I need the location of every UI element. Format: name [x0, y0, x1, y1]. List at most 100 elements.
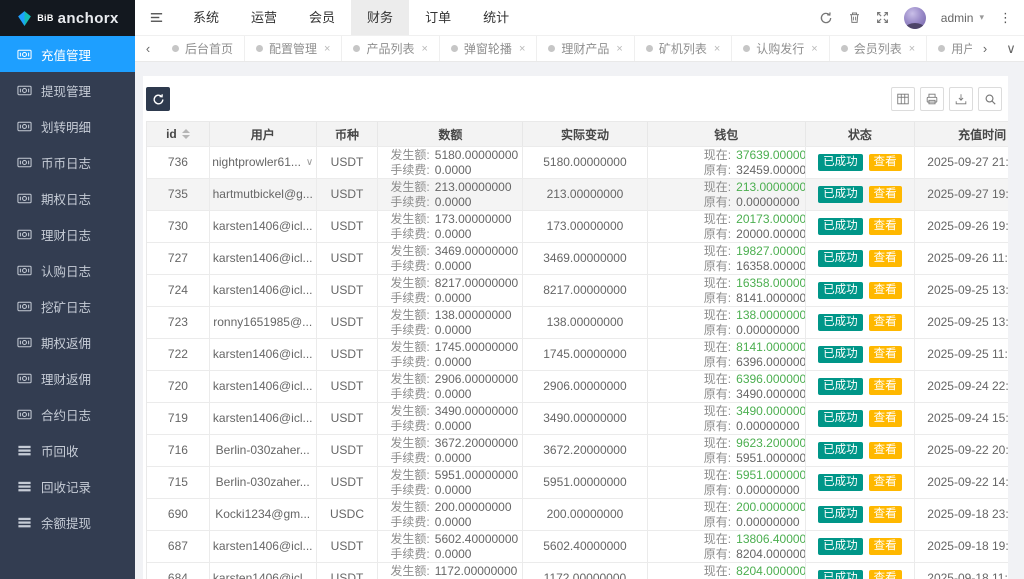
tab-close-icon[interactable]: ×: [519, 43, 525, 55]
search-button[interactable]: [978, 87, 1002, 111]
tab-4[interactable]: 弹窗轮播×: [440, 36, 537, 61]
sidebar-item-14[interactable]: 余额提现: [0, 504, 135, 540]
sidebar-item-11[interactable]: 合约日志: [0, 396, 135, 432]
tab-label: 后台首页: [185, 40, 233, 57]
view-button[interactable]: 查看: [869, 186, 902, 203]
cell-status: 已成功查看: [806, 339, 916, 370]
refresh-icon[interactable]: [819, 11, 833, 25]
cell-wallet: 现在:20173.00000000原有:20000.00000000: [648, 211, 806, 242]
menu-item-2[interactable]: 运营: [235, 0, 293, 35]
sidebar-item-13[interactable]: 回收记录: [0, 468, 135, 504]
column-header-4: 数额: [378, 122, 523, 146]
tabs-collapse-icon[interactable]: ∨: [998, 36, 1024, 61]
menu-item-4[interactable]: 财务: [351, 0, 409, 35]
pair-value: 5951.00000000: [736, 451, 805, 466]
cell-wallet: 现在:8204.00000000原有:: [648, 563, 806, 579]
tab-close-icon[interactable]: ×: [714, 43, 720, 55]
tab-2[interactable]: 配置管理×: [245, 36, 342, 61]
trash-icon[interactable]: [848, 11, 861, 24]
chevron-down-icon[interactable]: ∨: [306, 155, 313, 170]
fullscreen-icon[interactable]: [876, 11, 889, 24]
view-button[interactable]: 查看: [869, 314, 902, 331]
view-button[interactable]: 查看: [869, 378, 902, 395]
sidebar-item-5[interactable]: 期权日志: [0, 180, 135, 216]
tabs-prev-icon[interactable]: ‹: [135, 36, 161, 61]
view-button[interactable]: 查看: [869, 154, 902, 171]
tab-6[interactable]: 矿机列表×: [635, 36, 732, 61]
sidebar-item-8[interactable]: 挖矿日志: [0, 288, 135, 324]
cell-status: 已成功查看: [806, 531, 916, 562]
tab-9[interactable]: 用户认证×: [927, 36, 972, 61]
view-button[interactable]: 查看: [869, 474, 902, 491]
pair-label: 发生额:: [390, 372, 429, 387]
sidebar-item-10[interactable]: 理财返佣: [0, 360, 135, 396]
tab-7[interactable]: 认购发行×: [732, 36, 829, 61]
menu-item-5[interactable]: 订单: [409, 0, 467, 35]
cell-amount: 发生额:3672.20000000手续费:0.0000: [378, 435, 523, 466]
cell-change: 2906.00000000: [523, 371, 648, 402]
tab-close-icon[interactable]: ×: [616, 43, 622, 55]
tab-dot-icon: [256, 45, 263, 52]
label-value-pair: 发生额:213.00000000: [390, 180, 511, 195]
menu-item-1[interactable]: 系统: [177, 0, 235, 35]
status-badge: 已成功: [818, 154, 863, 171]
label-value-pair: 现在:9623.20000000: [704, 436, 806, 451]
tabs-next-icon[interactable]: ›: [972, 36, 998, 61]
view-button[interactable]: 查看: [869, 506, 902, 523]
cell-id: 684: [147, 563, 210, 579]
sidebar-item-7[interactable]: 认购日志: [0, 252, 135, 288]
sidebar-item-9[interactable]: 期权返佣: [0, 324, 135, 360]
view-button[interactable]: 查看: [869, 538, 902, 555]
menu-item-6[interactable]: 统计: [467, 0, 525, 35]
pair-value: 0.0000: [435, 419, 472, 434]
print-button[interactable]: [920, 87, 944, 111]
view-button[interactable]: 查看: [869, 442, 902, 459]
tab-close-icon[interactable]: ×: [324, 43, 330, 55]
view-button[interactable]: 查看: [869, 570, 902, 579]
view-button[interactable]: 查看: [869, 346, 902, 363]
sidebar-item-2[interactable]: 提现管理: [0, 72, 135, 108]
admin-username[interactable]: admin: [941, 11, 974, 25]
pair-value: 0.0000: [435, 387, 472, 402]
status-badge: 已成功: [818, 410, 863, 427]
chevron-down-icon[interactable]: ▾: [979, 12, 984, 23]
sort-icon[interactable]: [182, 129, 190, 139]
tab-5[interactable]: 理财产品×: [537, 36, 634, 61]
tab-close-icon[interactable]: ×: [909, 43, 915, 55]
column-header-6: 钱包: [648, 122, 806, 146]
tab-1[interactable]: 后台首页: [161, 36, 245, 61]
sidebar-item-3[interactable]: 划转明细: [0, 108, 135, 144]
view-button[interactable]: 查看: [869, 250, 902, 267]
user-avatar[interactable]: [904, 7, 926, 29]
tab-3[interactable]: 产品列表×: [342, 36, 439, 61]
label-value-pair: 现在:138.00000000: [704, 308, 806, 323]
sidebar-item-1[interactable]: 充值管理: [0, 36, 135, 72]
tab-close-icon[interactable]: ×: [421, 43, 427, 55]
cell-change: 200.00000000: [523, 499, 648, 530]
user-name: karsten1406@icl...: [213, 283, 313, 298]
view-button[interactable]: 查看: [869, 410, 902, 427]
cell-id: 687: [147, 531, 210, 562]
sidebar-item-6[interactable]: 理财日志: [0, 216, 135, 252]
money-icon: [17, 83, 32, 98]
sidebar-item-label: 提现管理: [41, 81, 91, 100]
more-options-icon[interactable]: ⋮: [999, 10, 1012, 26]
pair-label: 原有:: [704, 419, 731, 434]
refresh-table-button[interactable]: [146, 87, 170, 111]
menu-fold-icon[interactable]: [135, 0, 177, 36]
view-button[interactable]: 查看: [869, 282, 902, 299]
view-button[interactable]: 查看: [869, 218, 902, 235]
tab-close-icon[interactable]: ×: [811, 43, 817, 55]
menu-item-3[interactable]: 会员: [293, 0, 351, 35]
status-badge: 已成功: [818, 474, 863, 491]
column-header-1[interactable]: id: [147, 122, 210, 146]
tab-8[interactable]: 会员列表×: [830, 36, 927, 61]
cell-user: karsten1406@icl...: [210, 275, 317, 306]
pair-label: 原有:: [704, 483, 731, 498]
sidebar-item-12[interactable]: 币回收: [0, 432, 135, 468]
sidebar-item-4[interactable]: 币币日志: [0, 144, 135, 180]
list-icon: [17, 515, 32, 530]
export-button[interactable]: [949, 87, 973, 111]
cell-change: 3490.00000000: [523, 403, 648, 434]
columns-button[interactable]: [891, 87, 915, 111]
